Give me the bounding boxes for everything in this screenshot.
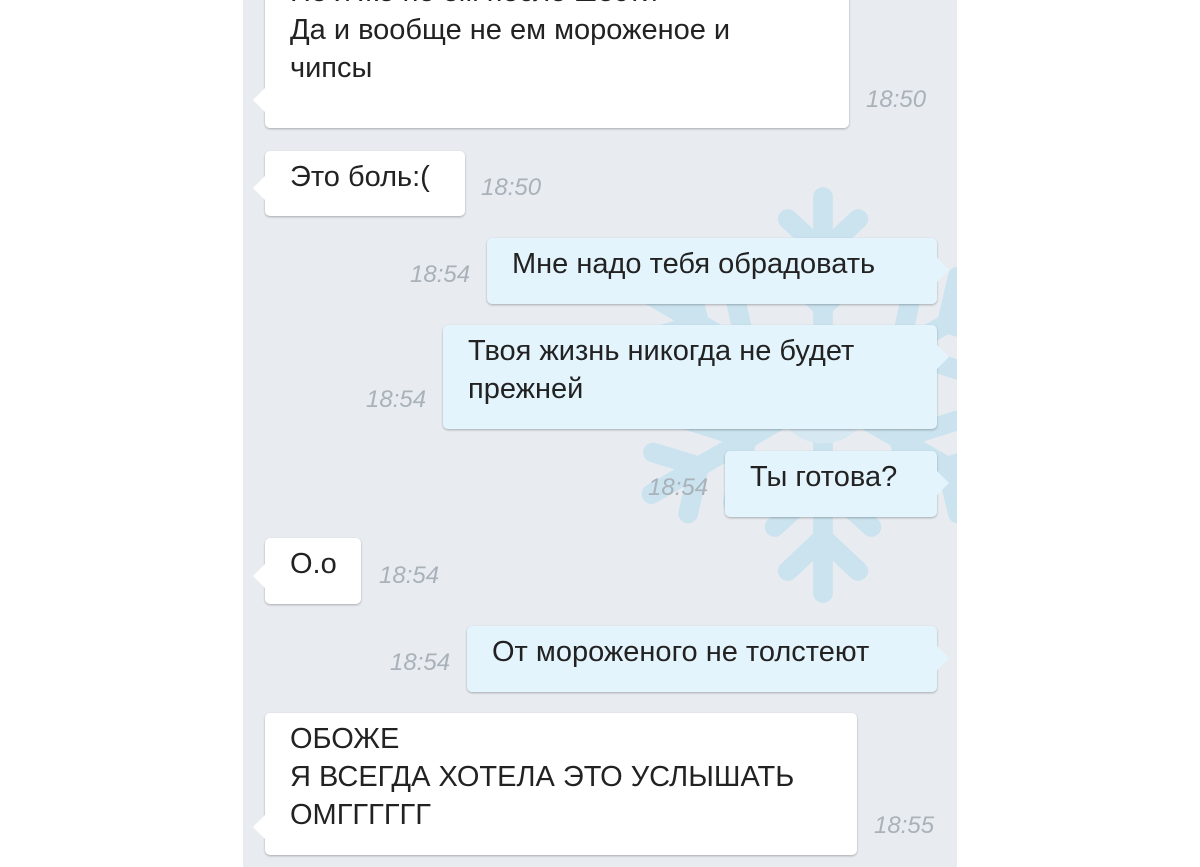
incoming-message[interactable]: Но я же не ем после шести Да и вообще не… (253, 0, 849, 128)
chat-area[interactable]: Но я же не ем после шести Да и вообще не… (243, 0, 957, 867)
message-timestamp: 18:54 (379, 562, 440, 589)
message-timestamp: 18:54 (410, 261, 471, 288)
message-timestamp: 18:55 (874, 812, 935, 839)
outgoing-message[interactable]: Мне надо тебя обрадовать (487, 238, 949, 304)
incoming-message[interactable]: ОБОЖЕ Я ВСЕГДА ХОТЕЛА ЭТО УСЛЫШАТЬ ОМГГГ… (253, 713, 857, 855)
outgoing-message[interactable]: Твоя жизнь никогда не будет прежней (443, 325, 949, 429)
outgoing-message[interactable]: От мороженого не толстеют (467, 626, 949, 692)
incoming-message[interactable]: Это боль:( (253, 151, 465, 216)
message-timestamp: 18:50 (866, 86, 927, 113)
incoming-message[interactable]: О.о (253, 538, 361, 604)
outgoing-message[interactable]: Ты готова? (725, 451, 949, 517)
message-timestamp: 18:50 (481, 174, 542, 201)
message-timestamp: 18:54 (390, 649, 451, 676)
message-timestamp: 18:54 (366, 386, 427, 413)
message-timestamp: 18:54 (648, 474, 709, 501)
